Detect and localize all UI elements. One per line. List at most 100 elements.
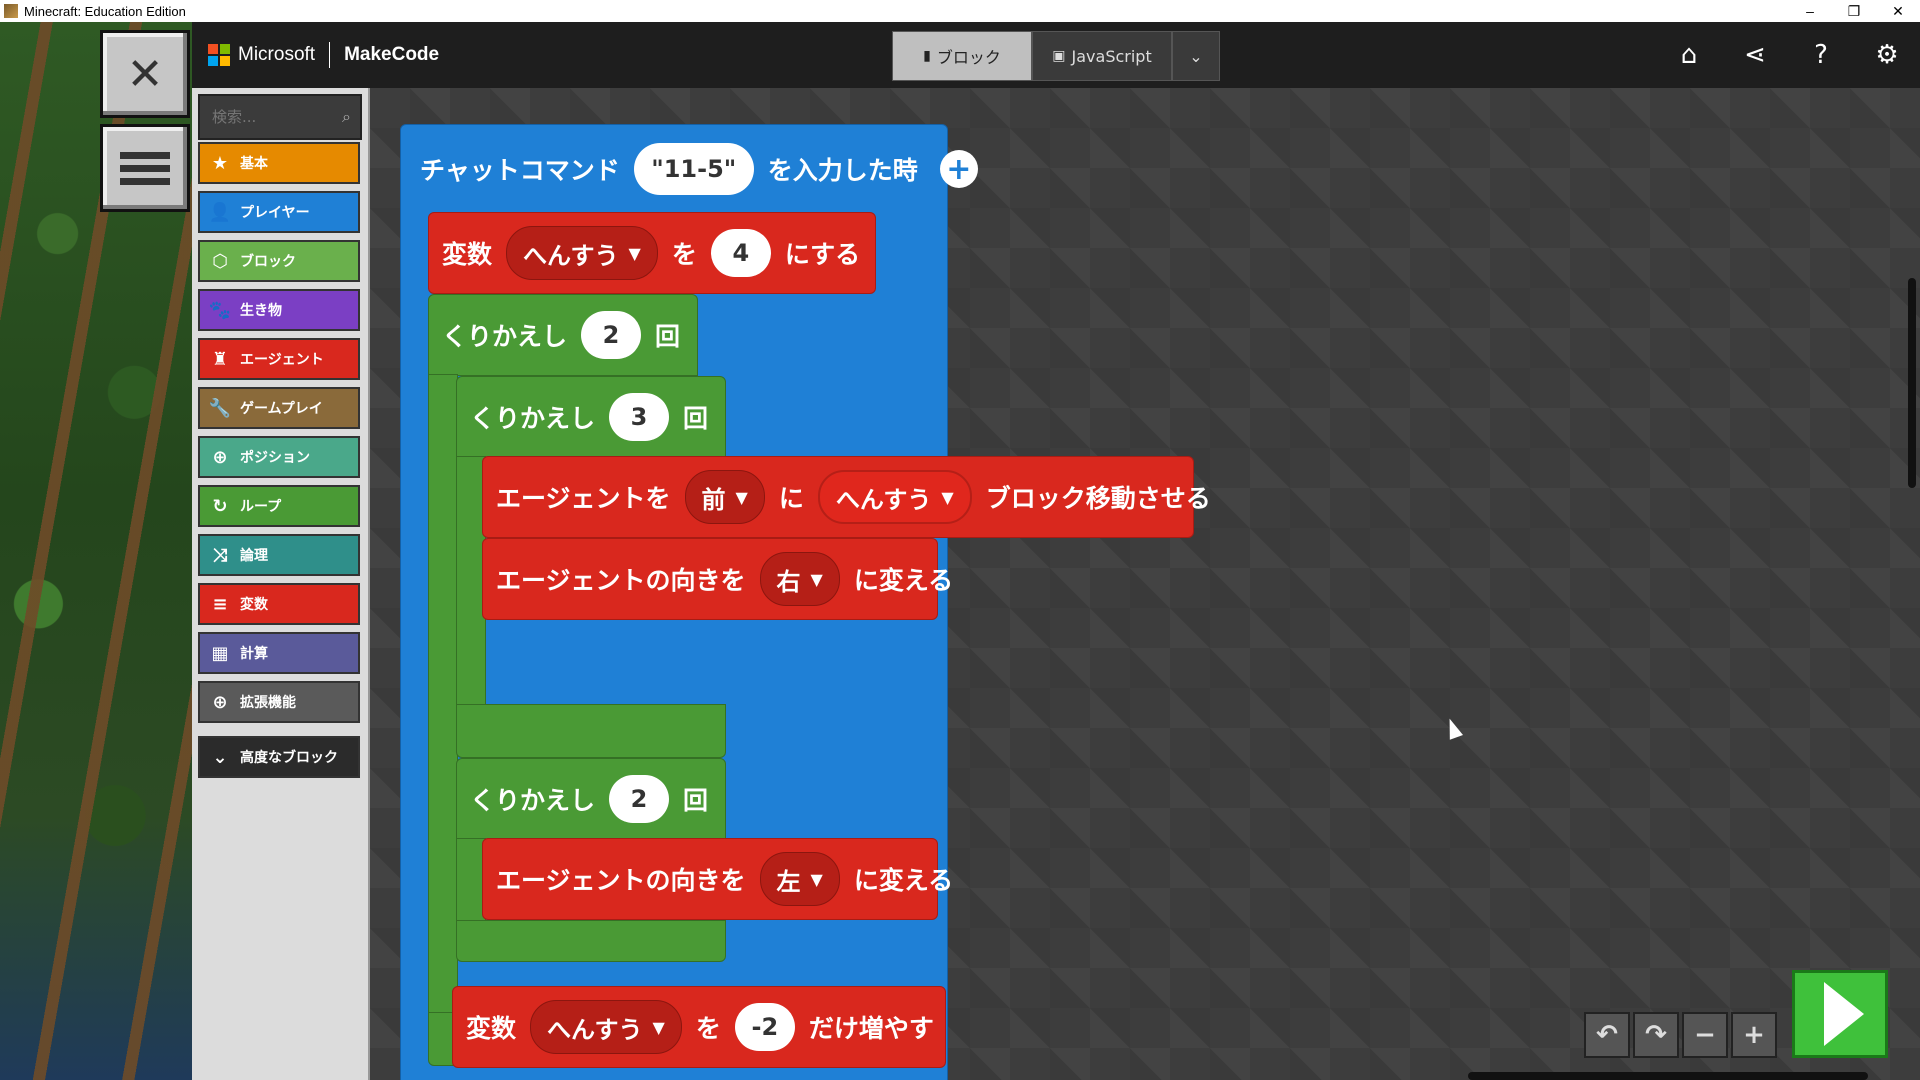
workspace-horizontal-scrollbar[interactable] [1468, 1072, 1868, 1080]
run-code-button[interactable] [1792, 970, 1888, 1058]
game-side-buttons: ✕ [100, 30, 190, 218]
chevron-down-icon: ⌄ [1189, 46, 1203, 66]
change-variable-row: 変数 へんすう ▼ を -2 だけ増やす [456, 1000, 944, 1054]
star-icon: ★ [211, 152, 229, 174]
hamburger-icon [120, 146, 170, 191]
category-4[interactable]: ♜ エージェント [198, 338, 360, 380]
category-label: ゲームプレイ [240, 401, 323, 417]
category-label: 計算 [240, 646, 268, 662]
shuffle-icon: ⤨ [212, 544, 228, 566]
makecode-product-name[interactable]: MakeCode [344, 44, 439, 66]
home-icon[interactable]: ⌂ [1656, 22, 1722, 88]
category-6[interactable]: ⊕ ポジション [198, 436, 360, 478]
agent-turn-right-row: エージェントの向きを 右 ▼ に変える [486, 552, 963, 606]
category-8[interactable]: ⤨ 論理 [198, 534, 360, 576]
category-label: 基本 [240, 156, 268, 172]
distance-variable-dropdown[interactable]: へんすう ▼ [817, 470, 972, 524]
caret-down-icon: ▼ [810, 869, 823, 889]
category-0[interactable]: ★ 基本 [198, 142, 360, 184]
microsoft-logo-icon [208, 44, 230, 66]
window-titlebar: Minecraft: Education Edition – ❐ ✕ [0, 0, 1920, 22]
category-10[interactable]: ▦ 計算 [198, 632, 360, 674]
share-icon[interactable]: ⋖ [1722, 22, 1788, 88]
category-label: 論理 [240, 548, 268, 564]
repeat-outer-row: くりかえし 2 回 [432, 308, 690, 362]
toolbox: ⌕ ★ 基本 👤 プレイヤー ⬡ ブロック 🐾 生き物 ♜ エージェント 🔧 ゲームプレイ ⊕ ポジション… [192, 88, 370, 1080]
minimize-button[interactable]: – [1788, 0, 1832, 22]
calculator-icon: ▦ [211, 642, 229, 664]
toolbox-search: ⌕ [198, 94, 362, 140]
change-value-input[interactable]: -2 [734, 1003, 795, 1051]
workspace-controls: ↶ ↷ − + [1584, 1012, 1780, 1058]
category-label: 拡張機能 [240, 695, 296, 711]
variable-dropdown[interactable]: へんすう ▼ [506, 226, 658, 280]
player-icon: 👤 [208, 201, 232, 223]
category-9[interactable]: ≡ 変数 [198, 583, 360, 625]
caret-down-icon: ▼ [810, 569, 823, 589]
category-3[interactable]: 🐾 生き物 [198, 289, 360, 331]
ms-logo-blue [208, 56, 218, 66]
agent-move-row: エージェントを 前 ▼ に へんすう ▼ ブロック移動させる [486, 470, 1221, 524]
caret-down-icon: ▼ [652, 1017, 665, 1037]
category-7[interactable]: ↻ ループ [198, 485, 360, 527]
category-label: プレイヤー [240, 205, 310, 221]
turn-direction-dropdown[interactable]: 左 ▼ [759, 852, 840, 906]
header-divider [329, 42, 331, 68]
set-value-input[interactable]: 4 [710, 229, 771, 277]
close-window-button[interactable]: ✕ [1876, 0, 1920, 22]
javascript-tab[interactable]: ▣ JavaScript [1032, 31, 1172, 81]
blocks-workspace[interactable]: チャットコマンド "11-5" を入力した時 + 変数 へんすう ▼ を 4 にす… [370, 88, 1920, 1080]
repeat-inner1-row: くりかえし 3 回 [460, 390, 718, 444]
category-label: ループ [240, 499, 282, 515]
blocks-tab[interactable]: ▮ ブロック [892, 31, 1032, 81]
minecraft-app-icon [4, 4, 18, 18]
ms-logo-green [220, 44, 230, 54]
caret-down-icon: ▼ [628, 243, 641, 263]
settings-icon[interactable]: ⚙ [1854, 22, 1920, 88]
category-label: ブロック [240, 254, 296, 270]
search-input[interactable] [210, 107, 334, 127]
repeat-inner2-row: くりかえし 2 回 [460, 772, 718, 826]
editor-toggle: ▮ ブロック ▣ JavaScript ⌄ [892, 31, 1220, 81]
menu-button[interactable] [100, 124, 190, 212]
microsoft-brand: Microsoft [238, 44, 316, 65]
ms-logo-yellow [220, 56, 230, 66]
editor-dropdown-button[interactable]: ⌄ [1172, 31, 1220, 81]
repeat-inner1-foot [456, 704, 726, 758]
turn-direction-dropdown[interactable]: 右 ▼ [759, 552, 840, 606]
zoom-out-button[interactable]: − [1682, 1012, 1728, 1058]
redo-button[interactable]: ↷ [1633, 1012, 1679, 1058]
category-label: 変数 [240, 597, 268, 613]
undo-button[interactable]: ↶ [1584, 1012, 1630, 1058]
category-11[interactable]: ⊕ 拡張機能 [198, 681, 360, 723]
direction-dropdown[interactable]: 前 ▼ [684, 470, 765, 524]
puzzle-icon: ▮ [923, 48, 931, 64]
category-2[interactable]: ⬡ ブロック [198, 240, 360, 282]
repeat-inner1-count-input[interactable]: 3 [609, 393, 670, 441]
close-code-builder-button[interactable]: ✕ [100, 30, 190, 118]
repeat-outer-arm [428, 374, 458, 1014]
paw-icon: 🐾 [208, 299, 232, 321]
zoom-in-button[interactable]: + [1731, 1012, 1777, 1058]
search-icon[interactable]: ⌕ [342, 107, 351, 127]
play-icon [1824, 982, 1864, 1046]
category-label: エージェント [240, 352, 324, 368]
category-1[interactable]: 👤 プレイヤー [198, 191, 360, 233]
makecode-header: Microsoft MakeCode ▮ ブロック ▣ JavaScript ⌄… [192, 22, 1920, 88]
add-parameter-icon[interactable]: + [939, 150, 978, 188]
restore-button[interactable]: ❐ [1832, 0, 1876, 22]
caret-down-icon: ▼ [735, 487, 748, 507]
header-actions: ⌂ ⋖ ? ⚙ [1656, 22, 1920, 88]
variable-dropdown[interactable]: へんすう ▼ [530, 1000, 682, 1054]
repeat-outer-count-input[interactable]: 2 [581, 311, 642, 359]
chat-command-header: チャットコマンド "11-5" を入力した時 + [410, 134, 978, 204]
category-label: ポジション [240, 450, 310, 466]
category-5[interactable]: 🔧 ゲームプレイ [198, 387, 360, 429]
repeat-inner2-count-input[interactable]: 2 [609, 775, 670, 823]
workspace-vertical-scrollbar[interactable] [1908, 278, 1916, 488]
ms-logo-red [208, 44, 218, 54]
list-icon: ≡ [212, 593, 228, 615]
advanced-blocks-button[interactable]: ⌄ 高度なブロック [198, 736, 360, 778]
help-icon[interactable]: ? [1788, 22, 1854, 88]
chat-command-input[interactable]: "11-5" [633, 143, 754, 195]
